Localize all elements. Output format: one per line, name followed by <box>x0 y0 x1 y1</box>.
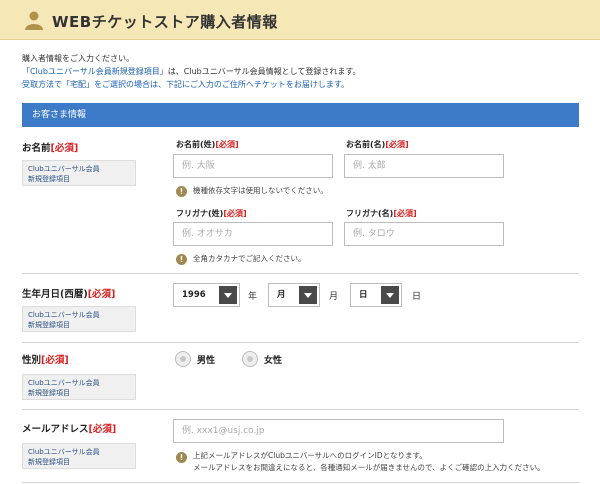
kana-last-label-text: フリガナ(姓) <box>176 209 224 218</box>
last-name-label-text: お名前(姓) <box>176 140 216 149</box>
intro-line-1: 購入者情報をご入力ください。 <box>22 54 134 63</box>
first-name-input[interactable]: 例. 太郎 <box>344 154 504 178</box>
email-note-line-2: メールアドレスをお間違えになると、各種通知メールが届きませんので、よくご確認の上… <box>193 463 545 472</box>
gender-male-radio[interactable] <box>175 351 191 367</box>
chevron-down-icon <box>219 286 237 304</box>
kana-note: 全角カタカナでご記入ください。 <box>193 254 306 263</box>
club-register-link: 「Clubユニバーサル会員新規登録項目」 <box>22 67 168 76</box>
required-mark: [必須] <box>215 140 239 149</box>
intro-line-2-tail: は、Clubユニバーサル会員情報として登録されます。 <box>167 67 361 76</box>
email-label: メールアドレス <box>22 424 89 435</box>
page-header: WEBチケットストア購入者情報 <box>0 0 600 40</box>
email-note: 上記メールアドレスがClubユニバーサルへのログインIDとなります。 メールアド… <box>193 450 593 474</box>
section-header: お客さま情報 <box>22 103 579 127</box>
last-name-input[interactable]: 例. 大阪 <box>173 154 333 178</box>
row-divider <box>22 342 579 343</box>
first-name-label-text: お名前(名) <box>346 140 386 149</box>
email-input[interactable]: 例. xxx1@usj.co.jp <box>173 419 504 443</box>
birth-label: 生年月日(西暦) <box>22 289 88 300</box>
badge-line-1: Clubユニバーサル会員 <box>28 311 100 319</box>
last-name-label: お名前(姓)[必須] <box>176 139 239 150</box>
badge-line-2: 新規登録項目 <box>28 175 70 183</box>
row-divider <box>22 482 579 483</box>
required-mark: [必須] <box>87 289 116 300</box>
day-unit: 日 <box>412 292 422 302</box>
badge-line-2: 新規登録項目 <box>28 458 70 466</box>
club-member-badge: Clubユニバーサル会員 新規登録項目 <box>22 443 136 469</box>
birth-year-select[interactable]: 1996 <box>173 283 240 307</box>
name-row-label: お名前[必須] <box>22 140 78 154</box>
kana-first-input[interactable]: 例. タロウ <box>344 222 504 246</box>
intro-line-2: 「Clubユニバーサル会員新規登録項目」は、Clubユニバーサル会員情報として登… <box>22 65 361 78</box>
required-mark: [必須] <box>223 209 247 218</box>
first-name-label: お名前(名)[必須] <box>346 139 409 150</box>
gender-female-label[interactable]: 女性 <box>264 353 282 366</box>
intro-line-3: 受取方法で「宅配」をご選択の場合は、下記にご入力のご住所へチケットをお届けします… <box>22 80 350 89</box>
kana-first-label: フリガナ(名)[必須] <box>346 208 417 219</box>
name-label: お名前 <box>22 143 51 154</box>
row-divider <box>22 409 579 410</box>
page-title: WEBチケットストア購入者情報 <box>52 13 278 31</box>
email-note-line-1: 上記メールアドレスがClubユニバーサルへのログインIDとなります。 <box>193 451 427 460</box>
birth-year-value: 1996 <box>182 290 206 300</box>
info-icon: ! <box>176 254 187 265</box>
info-icon: ! <box>176 452 187 463</box>
chevron-down-icon <box>299 286 317 304</box>
birth-day-select[interactable]: 日 <box>350 283 402 307</box>
gender-row-label: 性別[必須] <box>22 352 69 366</box>
row-divider <box>22 273 579 274</box>
gender-male-label[interactable]: 男性 <box>197 353 215 366</box>
kana-first-label-text: フリガナ(名) <box>346 209 394 218</box>
month-unit: 月 <box>329 292 339 302</box>
badge-line-2: 新規登録項目 <box>28 321 70 329</box>
kana-last-input[interactable]: 例. オオサカ <box>173 222 333 246</box>
gender-female-radio[interactable] <box>242 351 258 367</box>
birth-month-select[interactable]: 月 <box>268 283 320 307</box>
birth-day-value: 日 <box>359 290 368 300</box>
kana-last-label: フリガナ(姓)[必須] <box>176 208 247 219</box>
name-note: 機種依存文字は使用しないでください。 <box>193 186 328 195</box>
intro-text: 購入者情報をご入力ください。 「Clubユニバーサル会員新規登録項目」は、Clu… <box>22 52 361 91</box>
required-mark: [必須] <box>393 209 417 218</box>
required-mark: [必須] <box>50 143 79 154</box>
required-mark: [必須] <box>88 424 117 435</box>
year-unit: 年 <box>248 292 258 302</box>
birth-row-label: 生年月日(西暦)[必須] <box>22 286 115 300</box>
club-member-badge: Clubユニバーサル会員 新規登録項目 <box>22 374 136 400</box>
person-icon <box>25 11 43 30</box>
birth-month-value: 月 <box>277 290 286 300</box>
gender-label: 性別 <box>22 355 42 366</box>
required-mark: [必須] <box>41 355 69 366</box>
badge-line-1: Clubユニバーサル会員 <box>28 165 100 173</box>
badge-line-1: Clubユニバーサル会員 <box>28 379 100 387</box>
club-member-badge: Clubユニバーサル会員 新規登録項目 <box>22 306 136 332</box>
badge-line-1: Clubユニバーサル会員 <box>28 448 100 456</box>
info-icon: ! <box>176 186 187 197</box>
required-mark: [必須] <box>385 140 409 149</box>
club-member-badge: Clubユニバーサル会員 新規登録項目 <box>22 160 136 186</box>
chevron-down-icon <box>381 286 399 304</box>
badge-line-2: 新規登録項目 <box>28 389 70 397</box>
email-row-label: メールアドレス[必須] <box>22 421 116 435</box>
